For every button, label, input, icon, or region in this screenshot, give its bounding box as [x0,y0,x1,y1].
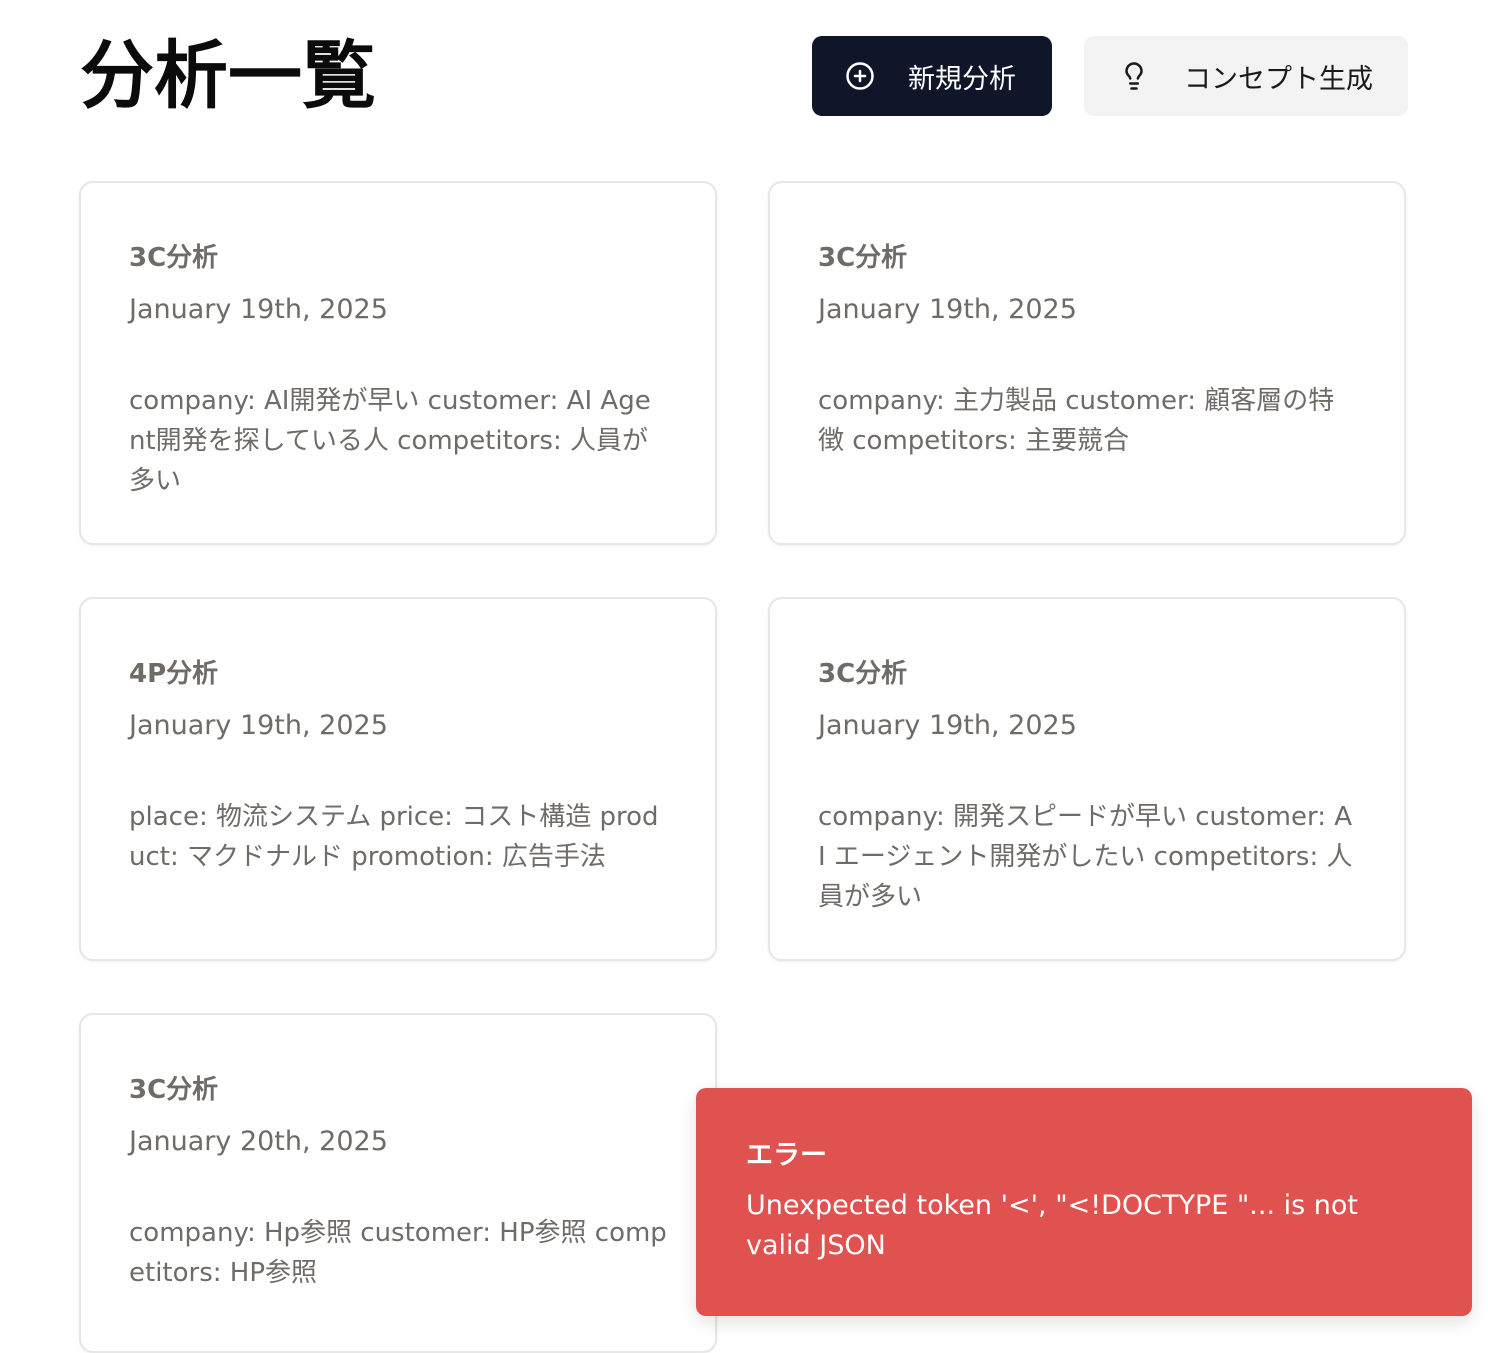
card-date: January 19th, 2025 [818,294,1077,325]
card-title: 4P分析 [129,659,219,689]
card-description: company: 開発スピードが早い customer: AI エージェント開発… [818,802,1353,912]
card-title: 3C分析 [129,1075,219,1105]
analysis-card[interactable]: 3C分析 January 20th, 2025 company: Hp参照 cu… [79,1013,717,1353]
toast-message: Unexpected token '<', "<!DOCTYPE "... is… [746,1190,1359,1261]
error-toast[interactable]: エラー Unexpected token '<', "<!DOCTYPE "..… [696,1088,1472,1316]
toast-title: エラー [746,1140,827,1171]
card-date: January 19th, 2025 [129,710,388,741]
new-analysis-label: 新規分析 [908,63,1016,95]
concept-generation-button[interactable]: コンセプト生成 [1084,36,1408,116]
concept-generation-label: コンセプト生成 [1184,63,1373,95]
card-date: January 19th, 2025 [818,710,1077,741]
lightbulb-icon [1118,60,1150,92]
card-description: company: AI開発が早い customer: AI Agent開発を探し… [129,386,651,496]
analysis-card[interactable]: 3C分析 January 19th, 2025 company: 主力製品 cu… [768,181,1406,545]
card-date: January 20th, 2025 [129,1126,388,1157]
card-title: 3C分析 [818,659,908,689]
page-title: 分析一覧 [80,33,376,119]
card-description: company: Hp参照 customer: HP参照 competitors… [129,1218,667,1288]
analysis-card[interactable]: 3C分析 January 19th, 2025 company: 開発スピードが… [768,597,1406,961]
analysis-card[interactable]: 4P分析 January 19th, 2025 place: 物流システム pr… [79,597,717,961]
plus-circle-icon [844,60,876,92]
analysis-card[interactable]: 3C分析 January 19th, 2025 company: AI開発が早い… [79,181,717,545]
card-description: place: 物流システム price: コスト構造 product: マクドナ… [129,802,659,872]
card-date: January 19th, 2025 [129,294,388,325]
new-analysis-button[interactable]: 新規分析 [812,36,1052,116]
card-description: company: 主力製品 customer: 顧客層の特徴 competito… [818,386,1335,456]
card-title: 3C分析 [818,243,908,273]
card-title: 3C分析 [129,243,219,273]
